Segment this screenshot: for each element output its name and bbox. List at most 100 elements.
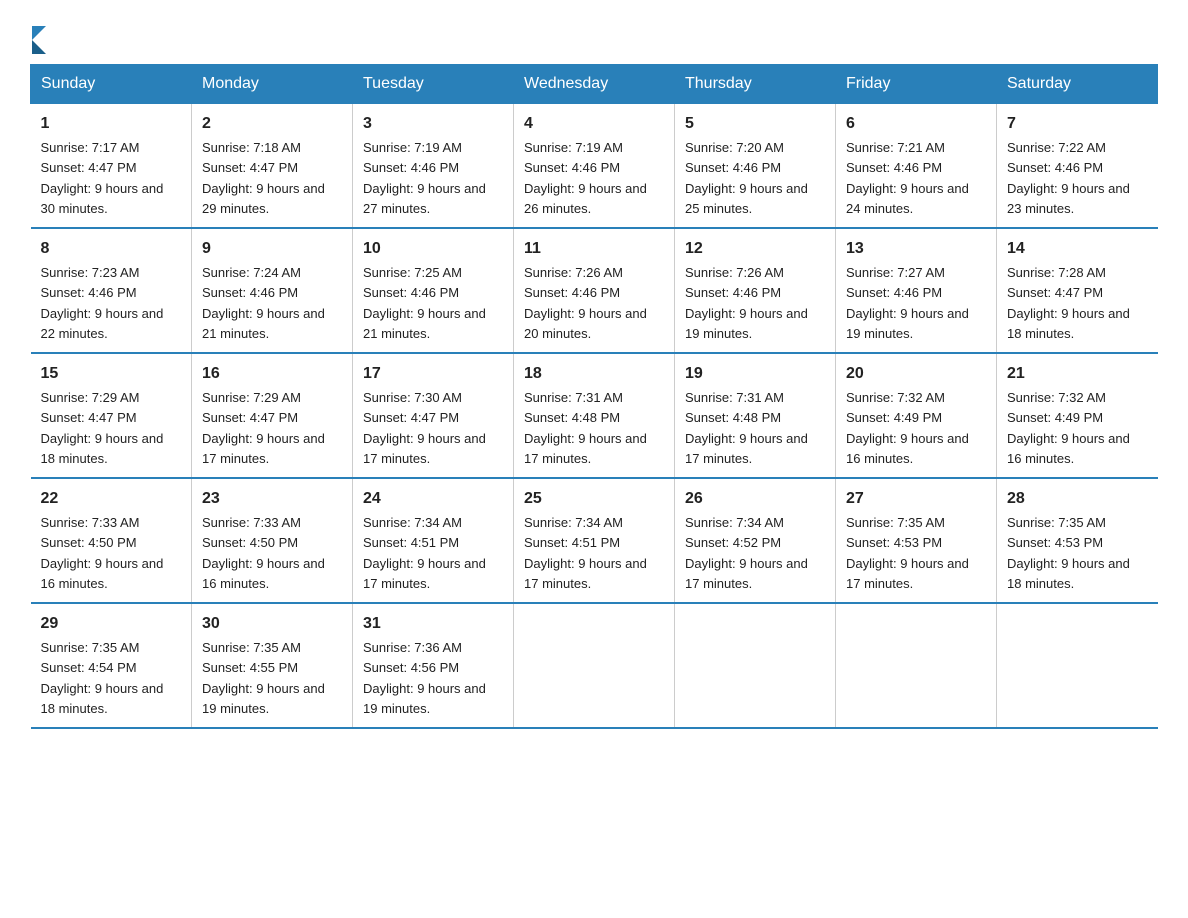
day-number: 13 [846,237,986,261]
day-number: 18 [524,362,664,386]
calendar-cell: 30 Sunrise: 7:35 AMSunset: 4:55 PMDayligh… [192,603,353,728]
day-info: Sunrise: 7:34 AMSunset: 4:51 PMDaylight:… [363,515,486,591]
calendar-cell: 9 Sunrise: 7:24 AMSunset: 4:46 PMDaylight… [192,228,353,353]
calendar-cell: 3 Sunrise: 7:19 AMSunset: 4:46 PMDaylight… [353,104,514,229]
day-number: 5 [685,112,825,136]
calendar-week-row: 22 Sunrise: 7:33 AMSunset: 4:50 PMDayligh… [31,478,1158,603]
header-cell-sunday: Sunday [31,65,192,104]
day-info: Sunrise: 7:32 AMSunset: 4:49 PMDaylight:… [1007,390,1130,466]
day-info: Sunrise: 7:22 AMSunset: 4:46 PMDaylight:… [1007,140,1130,216]
day-number: 17 [363,362,503,386]
calendar-cell: 13 Sunrise: 7:27 AMSunset: 4:46 PMDayligh… [836,228,997,353]
day-number: 11 [524,237,664,261]
day-number: 24 [363,487,503,511]
day-number: 29 [41,612,182,636]
header-cell-tuesday: Tuesday [353,65,514,104]
day-number: 23 [202,487,342,511]
day-number: 9 [202,237,342,261]
day-number: 30 [202,612,342,636]
day-number: 2 [202,112,342,136]
day-number: 7 [1007,112,1148,136]
calendar-cell [836,603,997,728]
day-number: 31 [363,612,503,636]
day-info: Sunrise: 7:19 AMSunset: 4:46 PMDaylight:… [524,140,647,216]
calendar-cell: 17 Sunrise: 7:30 AMSunset: 4:47 PMDayligh… [353,353,514,478]
day-info: Sunrise: 7:23 AMSunset: 4:46 PMDaylight:… [41,265,164,341]
day-number: 12 [685,237,825,261]
calendar-cell: 4 Sunrise: 7:19 AMSunset: 4:46 PMDaylight… [514,104,675,229]
calendar-week-row: 8Sunrise: 7:23 AMSunset: 4:46 PMDaylight… [31,228,1158,353]
day-info: Sunrise: 7:19 AMSunset: 4:46 PMDaylight:… [363,140,486,216]
calendar-cell: 10 Sunrise: 7:25 AMSunset: 4:46 PMDayligh… [353,228,514,353]
day-info: Sunrise: 7:28 AMSunset: 4:47 PMDaylight:… [1007,265,1130,341]
day-number: 21 [1007,362,1148,386]
calendar-cell: 27Sunrise: 7:35 AMSunset: 4:53 PMDayligh… [836,478,997,603]
header-cell-wednesday: Wednesday [514,65,675,104]
day-info: Sunrise: 7:34 AMSunset: 4:51 PMDaylight:… [524,515,647,591]
day-info: Sunrise: 7:33 AMSunset: 4:50 PMDaylight:… [41,515,164,591]
day-number: 3 [363,112,503,136]
header-cell-saturday: Saturday [997,65,1158,104]
day-info: Sunrise: 7:24 AMSunset: 4:46 PMDaylight:… [202,265,325,341]
day-info: Sunrise: 7:36 AMSunset: 4:56 PMDaylight:… [363,640,486,716]
calendar-week-row: 15 Sunrise: 7:29 AMSunset: 4:47 PMDayligh… [31,353,1158,478]
day-info: Sunrise: 7:30 AMSunset: 4:47 PMDaylight:… [363,390,486,466]
calendar-cell: 11Sunrise: 7:26 AMSunset: 4:46 PMDayligh… [514,228,675,353]
logo [30,20,46,54]
calendar-cell [675,603,836,728]
calendar-header-row: SundayMondayTuesdayWednesdayThursdayFrid… [31,65,1158,104]
page-header [30,20,1158,54]
calendar-cell: 24 Sunrise: 7:34 AMSunset: 4:51 PMDayligh… [353,478,514,603]
calendar-cell: 1Sunrise: 7:17 AMSunset: 4:47 PMDaylight… [31,104,192,229]
calendar-cell: 16 Sunrise: 7:29 AMSunset: 4:47 PMDayligh… [192,353,353,478]
calendar-cell: 8Sunrise: 7:23 AMSunset: 4:46 PMDaylight… [31,228,192,353]
day-number: 25 [524,487,664,511]
day-number: 1 [41,112,182,136]
calendar-cell: 19 Sunrise: 7:31 AMSunset: 4:48 PMDayligh… [675,353,836,478]
day-number: 19 [685,362,825,386]
day-info: Sunrise: 7:27 AMSunset: 4:46 PMDaylight:… [846,265,969,341]
calendar-cell: 22 Sunrise: 7:33 AMSunset: 4:50 PMDayligh… [31,478,192,603]
calendar-cell: 28 Sunrise: 7:35 AMSunset: 4:53 PMDayligh… [997,478,1158,603]
day-number: 22 [41,487,182,511]
header-cell-monday: Monday [192,65,353,104]
day-info: Sunrise: 7:29 AMSunset: 4:47 PMDaylight:… [41,390,164,466]
calendar-cell [514,603,675,728]
calendar-cell: 14 Sunrise: 7:28 AMSunset: 4:47 PMDayligh… [997,228,1158,353]
day-info: Sunrise: 7:32 AMSunset: 4:49 PMDaylight:… [846,390,969,466]
day-number: 4 [524,112,664,136]
day-number: 14 [1007,237,1148,261]
day-info: Sunrise: 7:34 AMSunset: 4:52 PMDaylight:… [685,515,808,591]
day-info: Sunrise: 7:31 AMSunset: 4:48 PMDaylight:… [685,390,808,466]
calendar-cell: 5 Sunrise: 7:20 AMSunset: 4:46 PMDaylight… [675,104,836,229]
day-info: Sunrise: 7:35 AMSunset: 4:53 PMDaylight:… [1007,515,1130,591]
day-number: 20 [846,362,986,386]
day-info: Sunrise: 7:31 AMSunset: 4:48 PMDaylight:… [524,390,647,466]
calendar-cell: 2 Sunrise: 7:18 AMSunset: 4:47 PMDaylight… [192,104,353,229]
calendar-cell: 7 Sunrise: 7:22 AMSunset: 4:46 PMDaylight… [997,104,1158,229]
calendar-cell: 21 Sunrise: 7:32 AMSunset: 4:49 PMDayligh… [997,353,1158,478]
calendar-cell [997,603,1158,728]
calendar-cell: 25 Sunrise: 7:34 AMSunset: 4:51 PMDayligh… [514,478,675,603]
day-info: Sunrise: 7:25 AMSunset: 4:46 PMDaylight:… [363,265,486,341]
day-info: Sunrise: 7:29 AMSunset: 4:47 PMDaylight:… [202,390,325,466]
calendar-cell: 15 Sunrise: 7:29 AMSunset: 4:47 PMDayligh… [31,353,192,478]
calendar-table: SundayMondayTuesdayWednesdayThursdayFrid… [30,64,1158,729]
day-info: Sunrise: 7:18 AMSunset: 4:47 PMDaylight:… [202,140,325,216]
day-number: 16 [202,362,342,386]
calendar-cell: 6Sunrise: 7:21 AMSunset: 4:46 PMDaylight… [836,104,997,229]
calendar-cell: 29Sunrise: 7:35 AMSunset: 4:54 PMDayligh… [31,603,192,728]
day-number: 26 [685,487,825,511]
calendar-cell: 23 Sunrise: 7:33 AMSunset: 4:50 PMDayligh… [192,478,353,603]
day-number: 28 [1007,487,1148,511]
day-info: Sunrise: 7:33 AMSunset: 4:50 PMDaylight:… [202,515,325,591]
day-info: Sunrise: 7:35 AMSunset: 4:55 PMDaylight:… [202,640,325,716]
day-number: 15 [41,362,182,386]
calendar-week-row: 29Sunrise: 7:35 AMSunset: 4:54 PMDayligh… [31,603,1158,728]
header-cell-thursday: Thursday [675,65,836,104]
day-info: Sunrise: 7:20 AMSunset: 4:46 PMDaylight:… [685,140,808,216]
logo-line1 [30,20,46,54]
day-number: 10 [363,237,503,261]
calendar-cell: 20 Sunrise: 7:32 AMSunset: 4:49 PMDayligh… [836,353,997,478]
day-number: 27 [846,487,986,511]
